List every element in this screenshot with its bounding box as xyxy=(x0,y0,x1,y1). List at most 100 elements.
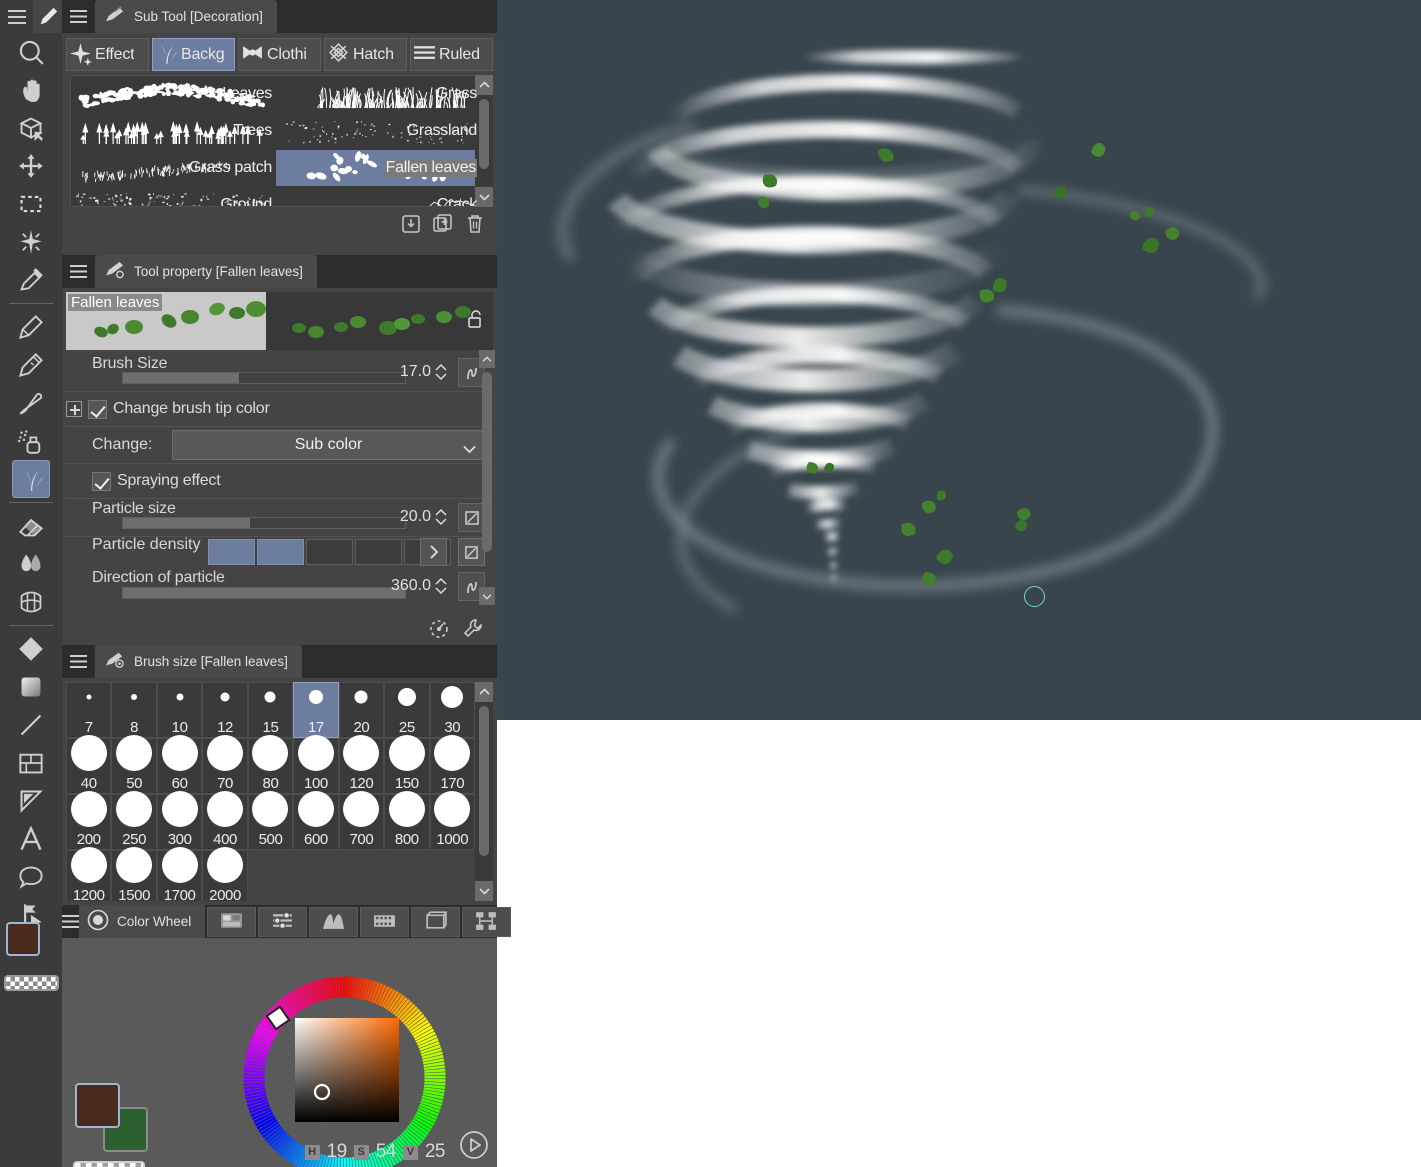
subtool-tab-hatch[interactable]: Hatch xyxy=(324,38,407,71)
brush-size-cell[interactable]: 400 xyxy=(202,791,248,850)
move-tool[interactable] xyxy=(0,71,62,109)
sub-tool-list[interactable]: Leaves Grass Trees Grassland Grass patch Fall… xyxy=(70,75,481,207)
brush-tool[interactable] xyxy=(0,384,62,422)
gradient-tool[interactable] xyxy=(0,668,62,706)
layer-tree-tab[interactable] xyxy=(462,906,512,937)
brush-size-cell[interactable]: 15 xyxy=(247,682,294,738)
sub-tool-list-item[interactable]: Leaves xyxy=(71,76,275,112)
change-select[interactable]: Sub color xyxy=(172,430,485,460)
sub-tool-tab[interactable]: Sub Tool [Decoration] xyxy=(95,0,277,33)
unlock-icon[interactable] xyxy=(467,309,485,332)
main-color-swatch[interactable] xyxy=(75,1083,120,1128)
eyedropper-tool[interactable] xyxy=(0,261,62,299)
hamburger-icon[interactable] xyxy=(0,0,33,33)
sub-tool-list-item[interactable]: Trees xyxy=(71,113,275,149)
particle-density-cell[interactable] xyxy=(257,539,304,565)
gradient-mesh-tool[interactable] xyxy=(0,583,62,621)
brush-size-cell[interactable]: 20 xyxy=(338,682,385,738)
animation-cells-tab[interactable] xyxy=(360,906,410,937)
brush-size-cell[interactable]: 1000 xyxy=(429,791,475,850)
brush-size-cell[interactable]: 300 xyxy=(156,791,203,850)
particle-size-slider[interactable] xyxy=(122,517,406,529)
selection-tool[interactable] xyxy=(0,185,62,223)
brush-size-cell[interactable]: 120 xyxy=(338,735,385,794)
scroll-thumb[interactable] xyxy=(479,706,489,856)
brush-size-cell[interactable]: 12 xyxy=(202,682,248,738)
hsv-value-v[interactable]: 25 xyxy=(425,1141,446,1163)
color-set-tab[interactable] xyxy=(207,906,257,937)
download-box-icon[interactable] xyxy=(399,212,423,236)
copy-plus-icon[interactable] xyxy=(431,212,455,236)
sub-tool-list-item[interactable]: Grass xyxy=(276,76,480,112)
scroll-down-arrow-icon[interactable] xyxy=(475,881,493,901)
frame-border-tool[interactable] xyxy=(0,744,62,782)
particle-density-cell[interactable] xyxy=(306,539,353,565)
ruler-tool[interactable] xyxy=(0,782,62,820)
hamburger-icon[interactable] xyxy=(62,905,79,938)
direction-of-particle-value[interactable]: 360.0 xyxy=(391,577,431,595)
brush-size-cell[interactable]: 150 xyxy=(384,735,430,794)
object-tool[interactable] xyxy=(0,147,62,185)
brush-size-tab[interactable]: Brush size [Fallen leaves] xyxy=(95,645,302,678)
layer-property-tab[interactable] xyxy=(411,906,461,937)
particle-density-cell[interactable] xyxy=(208,539,255,565)
hamburger-icon[interactable] xyxy=(62,255,95,288)
color-slider-tab[interactable] xyxy=(258,906,308,937)
subtool-tab-clothi[interactable]: Clothi xyxy=(238,38,321,71)
scroll-down-arrow-icon[interactable] xyxy=(479,587,495,605)
particle-size-value[interactable]: 20.0 xyxy=(400,508,431,526)
direction-of-particle-slider[interactable] xyxy=(122,587,406,599)
brush-size-scrollbar[interactable] xyxy=(475,682,493,901)
subtool-tab-effect[interactable]: Effect xyxy=(66,38,149,71)
brush-size-cell[interactable]: 100 xyxy=(293,735,339,794)
hue-ring[interactable] xyxy=(237,970,452,1167)
hamburger-icon[interactable] xyxy=(62,0,95,33)
particle-density-cells[interactable] xyxy=(208,539,451,565)
sub-tool-list-item[interactable]: Grassland xyxy=(276,113,480,149)
plus-box-icon[interactable] xyxy=(66,401,82,417)
scroll-up-arrow-icon[interactable] xyxy=(479,350,495,368)
brush-size-cell[interactable]: 1700 xyxy=(156,847,203,901)
brush-size-cell[interactable]: 30 xyxy=(429,682,475,738)
brush-size-cell[interactable]: 200 xyxy=(66,791,112,850)
blend-tool[interactable] xyxy=(0,545,62,583)
brush-size-value[interactable]: 17.0 xyxy=(400,363,431,381)
brush-size-slider[interactable] xyxy=(122,372,406,384)
wrench-icon[interactable] xyxy=(461,616,485,640)
brush-size-cell[interactable]: 80 xyxy=(247,735,294,794)
figure-tool[interactable] xyxy=(0,706,62,744)
brush-size-cell[interactable]: 800 xyxy=(384,791,430,850)
brush-size-cell[interactable]: 170 xyxy=(429,735,475,794)
brush-size-cell[interactable]: 10 xyxy=(156,682,203,738)
change-brush-tip-color-checkbox[interactable] xyxy=(88,399,107,419)
brush-size-cell[interactable]: 500 xyxy=(247,791,294,850)
brush-size-cell[interactable]: 700 xyxy=(338,791,385,850)
airbrush-tool[interactable] xyxy=(0,422,62,460)
brush-size-cell[interactable]: 1500 xyxy=(111,847,157,901)
brush-size-cell[interactable]: 7 xyxy=(66,682,112,738)
text-tool[interactable] xyxy=(0,820,62,858)
pencil-tool[interactable] xyxy=(0,346,62,384)
scroll-up-arrow-icon[interactable] xyxy=(475,682,493,702)
hsv-value-h[interactable]: 19 xyxy=(327,1141,348,1163)
brush-size-cell[interactable]: 600 xyxy=(293,791,339,850)
zoom-tool[interactable] xyxy=(0,33,62,71)
scroll-thumb[interactable] xyxy=(479,99,489,169)
eraser-tool[interactable] xyxy=(0,507,62,545)
brush-size-cell[interactable]: 250 xyxy=(111,791,157,850)
brush-size-grid[interactable]: 7 8 10 12 15 17 20 25 30 40 50 60 70 80 100 120 150 170 20… xyxy=(66,682,475,901)
direction-of-particle-stepper[interactable] xyxy=(435,576,447,596)
brush-size-cell[interactable]: 1200 xyxy=(66,847,112,901)
spraying-effect-checkbox[interactable] xyxy=(92,471,111,491)
scroll-thumb[interactable] xyxy=(482,372,492,552)
brush-size-cell[interactable]: 70 xyxy=(202,735,248,794)
rotate-tool[interactable] xyxy=(0,109,62,147)
particle-density-cell[interactable] xyxy=(355,539,402,565)
sub-tool-list-item[interactable]: Crack xyxy=(276,187,480,206)
pen-icon[interactable] xyxy=(33,0,62,33)
tool-property-scrollbar[interactable] xyxy=(479,350,495,605)
sub-tool-list-item[interactable]: Grass patch xyxy=(71,150,275,186)
sub-tool-list-item[interactable]: Ground xyxy=(71,187,275,206)
decoration-tool[interactable] xyxy=(0,460,62,498)
gauge-icon[interactable] xyxy=(427,616,451,640)
